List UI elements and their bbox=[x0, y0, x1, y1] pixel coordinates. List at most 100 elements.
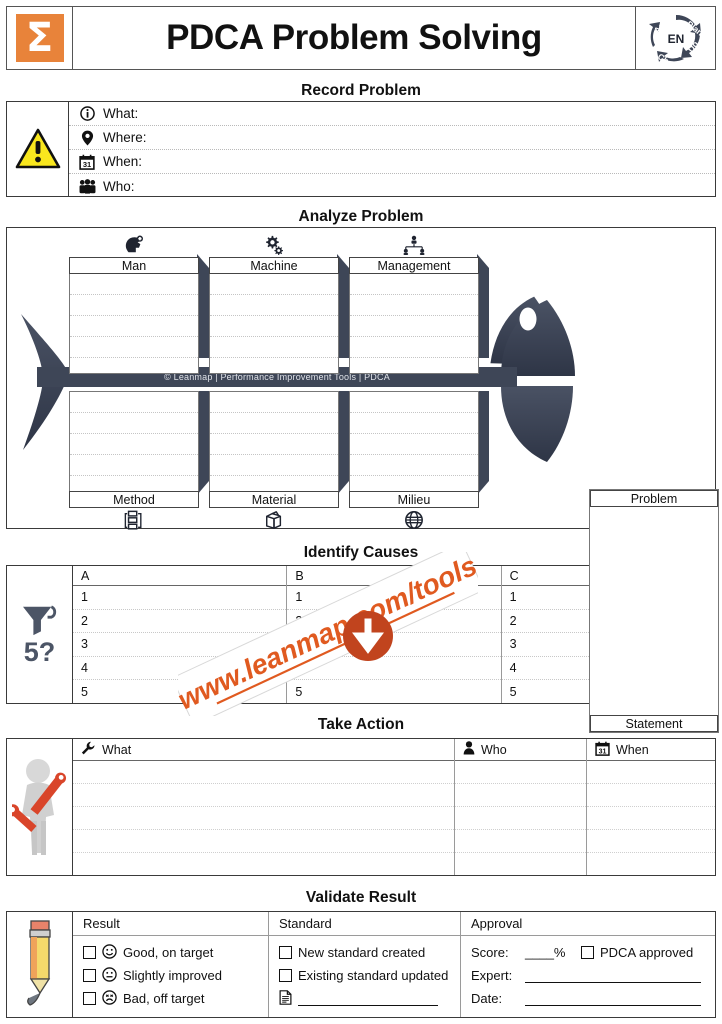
action-column-who: Who bbox=[455, 739, 587, 875]
result-checkbox-bad[interactable] bbox=[83, 992, 96, 1005]
action-row[interactable] bbox=[455, 784, 586, 807]
result-checkbox-good[interactable] bbox=[83, 946, 96, 959]
fishbone-category-machine[interactable]: Machine bbox=[209, 233, 339, 374]
problem-statement-input[interactable] bbox=[590, 507, 718, 715]
causes-column-b: B 1 2 3 4 5 bbox=[287, 566, 502, 704]
record-label-where: Where: bbox=[103, 130, 147, 145]
person-icon bbox=[463, 741, 475, 758]
validate-column-result: Result Good, on target Slightly improved… bbox=[73, 912, 269, 1017]
approval-date-input[interactable] bbox=[525, 992, 701, 1006]
action-row[interactable] bbox=[73, 761, 454, 784]
validate-header-result: Result bbox=[73, 912, 268, 936]
causes-row[interactable]: 3 bbox=[73, 633, 287, 657]
action-row[interactable] bbox=[587, 761, 715, 784]
action-row[interactable] bbox=[587, 830, 715, 853]
record-problem-panel: What: Where: 31 When: Who: bbox=[6, 101, 716, 197]
problem-statement-box[interactable]: Problem Statement bbox=[589, 489, 719, 733]
action-row[interactable] bbox=[73, 830, 454, 853]
approval-score-label: Score: bbox=[471, 945, 509, 960]
fishbone-category-man[interactable]: Man bbox=[69, 233, 199, 374]
record-label-what: What: bbox=[103, 106, 139, 121]
causes-row[interactable]: 5 bbox=[73, 680, 286, 704]
pdca-cycle-icon: EN Plan Do Check Act bbox=[648, 14, 705, 67]
causes-row[interactable]: 4 bbox=[73, 657, 287, 680]
record-row-what[interactable]: What: bbox=[69, 102, 715, 126]
approval-score-row[interactable]: Score: ____% PDCA approved bbox=[471, 941, 705, 964]
record-row-who[interactable]: Who: bbox=[69, 174, 715, 198]
result-option-slight[interactable]: Slightly improved bbox=[83, 964, 258, 987]
approval-expert-input[interactable] bbox=[525, 969, 701, 983]
open-box-icon bbox=[209, 508, 339, 532]
record-label-when: When: bbox=[103, 154, 143, 169]
warning-triangle-icon bbox=[15, 128, 60, 169]
fishbone-category-method[interactable]: Method bbox=[69, 391, 199, 532]
info-circle-icon bbox=[77, 106, 97, 121]
standard-other-input[interactable] bbox=[298, 992, 438, 1006]
record-rows: What: Where: 31 When: Who: bbox=[69, 102, 715, 196]
standard-label-new: New standard created bbox=[298, 945, 426, 960]
approval-date-row[interactable]: Date: bbox=[471, 987, 705, 1010]
leanmap-sigma-logo: Σ bbox=[15, 14, 64, 62]
pdca-cycle-cell: EN Plan Do Check Act bbox=[635, 7, 715, 69]
result-label-bad: Bad, off target bbox=[123, 991, 205, 1006]
causes-row[interactable]: 2 bbox=[287, 610, 501, 633]
action-row[interactable] bbox=[587, 853, 715, 876]
category-label-method: Method bbox=[69, 491, 199, 508]
action-row[interactable] bbox=[73, 853, 454, 876]
category-label-machine: Machine bbox=[209, 257, 339, 274]
action-row[interactable] bbox=[73, 807, 454, 830]
action-header-label: Who bbox=[481, 742, 507, 757]
result-option-bad[interactable]: Bad, off target bbox=[83, 987, 258, 1010]
causes-row[interactable]: 1 bbox=[73, 586, 287, 610]
svg-text:EN: EN bbox=[667, 32, 684, 46]
validate-result-panel: Result Good, on target Slightly improved… bbox=[6, 911, 716, 1018]
causes-row[interactable]: 2 bbox=[73, 610, 287, 633]
category-entry-machine[interactable] bbox=[209, 274, 339, 374]
causes-column-a: A 1 2 3 4 5 bbox=[73, 566, 288, 704]
result-option-good[interactable]: Good, on target bbox=[83, 941, 258, 964]
standard-checkbox-existing[interactable] bbox=[279, 969, 292, 982]
causes-row[interactable]: 5 bbox=[287, 680, 500, 704]
validate-column-standard: Standard New standard created Existing s… bbox=[269, 912, 461, 1017]
action-row[interactable] bbox=[455, 853, 586, 876]
process-flow-icon bbox=[69, 508, 199, 532]
category-entry-management[interactable] bbox=[349, 274, 479, 374]
standard-option-existing[interactable]: Existing standard updated bbox=[279, 964, 450, 987]
result-checkbox-slight[interactable] bbox=[83, 969, 96, 982]
validate-columns: Result Good, on target Slightly improved… bbox=[73, 912, 715, 1017]
problem-statement-footer: Statement bbox=[590, 715, 718, 732]
approval-score-value[interactable]: ____% bbox=[525, 945, 581, 960]
svg-text:31: 31 bbox=[599, 748, 607, 755]
action-row[interactable] bbox=[587, 784, 715, 807]
category-entry-man[interactable] bbox=[69, 274, 199, 374]
causes-header-b: B bbox=[287, 566, 501, 586]
action-row[interactable] bbox=[587, 807, 715, 830]
causes-row[interactable]: 3 bbox=[287, 633, 501, 657]
category-entry-milieu[interactable] bbox=[349, 391, 479, 491]
category-entry-method[interactable] bbox=[69, 391, 199, 491]
action-row[interactable] bbox=[455, 830, 586, 853]
fishbone-category-material[interactable]: Material bbox=[209, 391, 339, 532]
action-header-what: What bbox=[73, 739, 454, 761]
svg-text:Act: Act bbox=[651, 18, 667, 35]
funnel-icon bbox=[22, 605, 56, 636]
action-row[interactable] bbox=[73, 784, 454, 807]
pdca-approved-checkbox[interactable] bbox=[581, 946, 594, 959]
validate-icon-cell bbox=[7, 912, 73, 1017]
pdca-approved-label: PDCA approved bbox=[600, 945, 694, 960]
causes-row[interactable]: 4 bbox=[287, 657, 501, 680]
causes-row[interactable]: 1 bbox=[287, 586, 501, 610]
standard-checkbox-new[interactable] bbox=[279, 946, 292, 959]
standard-option-new[interactable]: New standard created bbox=[279, 941, 450, 964]
standard-document-row[interactable] bbox=[279, 987, 450, 1010]
fishbone-category-management[interactable]: Management bbox=[349, 233, 479, 374]
record-row-where[interactable]: Where: bbox=[69, 126, 715, 150]
action-row[interactable] bbox=[455, 807, 586, 830]
causes-five-why-label: 5? bbox=[23, 637, 56, 667]
fishbone-category-milieu[interactable]: Milieu bbox=[349, 391, 479, 532]
category-entry-material[interactable] bbox=[209, 391, 339, 491]
action-row[interactable] bbox=[455, 761, 586, 784]
result-label-good: Good, on target bbox=[123, 945, 214, 960]
record-row-when[interactable]: 31 When: bbox=[69, 150, 715, 174]
approval-expert-row[interactable]: Expert: bbox=[471, 964, 705, 987]
